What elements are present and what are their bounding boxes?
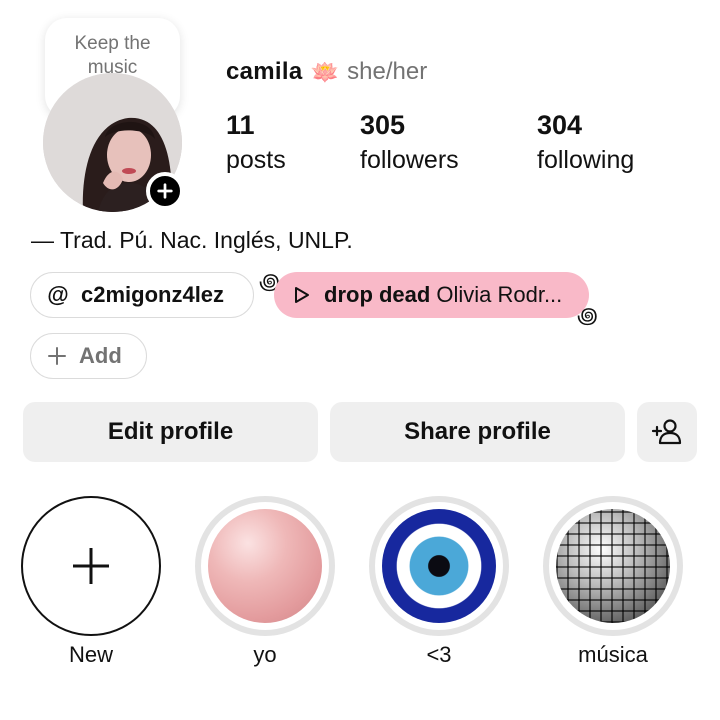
threads-handle: c2migonz4lez	[81, 282, 225, 307]
plus-icon	[48, 347, 66, 365]
highlight-yo[interactable]: yo	[195, 496, 335, 668]
highlight-ring[interactable]	[195, 496, 335, 636]
highlight-heart[interactable]: <3	[369, 496, 509, 668]
music-song-title: drop dead	[324, 282, 431, 307]
edit-profile-button[interactable]: Edit profile	[23, 402, 318, 462]
discover-people-button[interactable]	[637, 402, 697, 462]
evil-eye-image	[382, 509, 496, 623]
highlight-new-circle[interactable]	[21, 496, 161, 636]
highlight-label: yo	[253, 642, 277, 667]
lotus-emoji: 🪷	[310, 58, 340, 85]
highlight-label: música	[578, 642, 648, 667]
plus-icon	[73, 548, 109, 584]
highlight-ring[interactable]	[543, 496, 683, 636]
share-profile-button[interactable]: Share profile	[330, 402, 625, 462]
add-person-icon	[651, 419, 682, 445]
swirl-decoration-icon: ꩜	[577, 303, 598, 328]
add-link-chip[interactable]: Add	[30, 333, 147, 379]
pronouns: she/her	[347, 58, 428, 85]
add-label: Add	[79, 343, 122, 368]
rose-quartz-image	[208, 509, 322, 623]
posts-count: 11	[226, 110, 255, 140]
highlight-label: <3	[426, 642, 452, 667]
music-artist: Olivia Rodr...	[436, 282, 563, 307]
profile-name-row: camila 🪷 she/her	[226, 58, 427, 86]
stat-following[interactable]: 304 following	[537, 108, 634, 178]
followers-count: 305	[360, 110, 406, 140]
music-chip[interactable]: drop dead Olivia Rodr...	[274, 272, 589, 318]
posts-label: posts	[226, 146, 286, 174]
highlight-ring[interactable]	[369, 496, 509, 636]
play-icon	[295, 287, 309, 303]
stat-followers[interactable]: 305 followers	[360, 108, 459, 178]
plus-icon	[157, 183, 173, 199]
username: camila	[226, 58, 303, 85]
disco-ball-image	[556, 509, 670, 623]
following-label: following	[537, 146, 635, 174]
profile-bio: — Trad. Pú. Nac. Inglés, UNLP.	[31, 227, 353, 253]
stat-posts[interactable]: 11 posts	[226, 108, 286, 178]
threads-icon: @	[47, 282, 69, 307]
profile-avatar-container[interactable]	[43, 73, 184, 212]
following-count: 304	[537, 110, 583, 140]
followers-label: followers	[360, 146, 459, 174]
threads-link-chip[interactable]: @ c2migonz4lez	[30, 272, 254, 318]
highlight-new[interactable]: New	[21, 496, 161, 668]
highlight-musica[interactable]: música	[543, 496, 683, 668]
edit-profile-label: Edit profile	[107, 418, 234, 445]
share-profile-label: Share profile	[404, 418, 551, 445]
add-story-button[interactable]	[146, 172, 184, 210]
highlight-label: New	[68, 642, 113, 667]
